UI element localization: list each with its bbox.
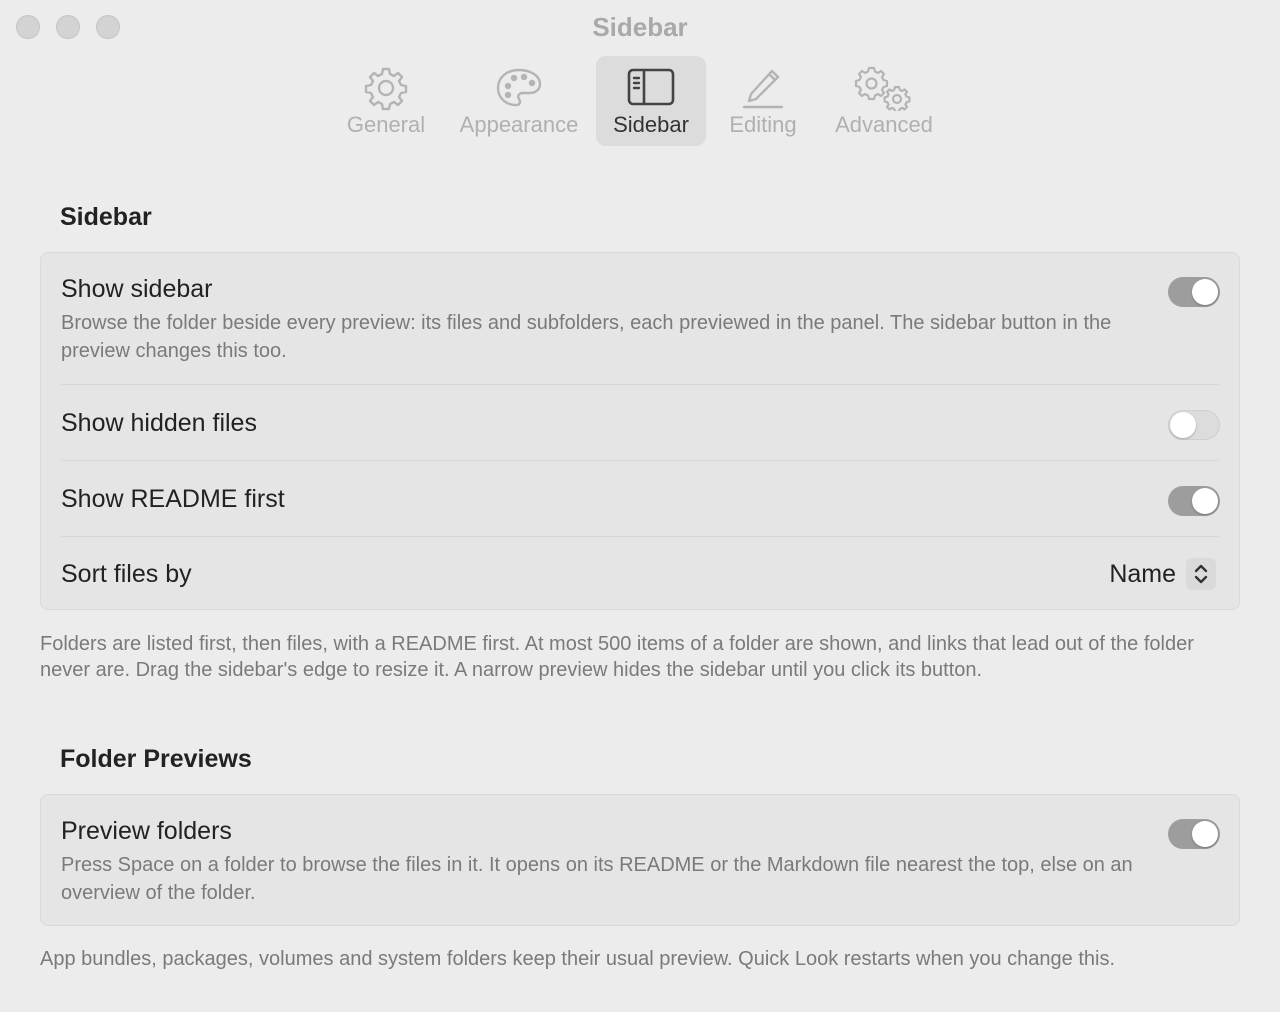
sidebar-section-title: Sidebar [60, 203, 152, 231]
preview-folders-toggle[interactable] [1168, 819, 1220, 849]
tab-general-label: General [346, 112, 426, 137]
tab-advanced[interactable]: Advanced [826, 56, 942, 146]
tab-editing-label: Editing [729, 112, 797, 137]
folder-previews-settings-group: Preview folders Press Space on a folder … [40, 794, 1240, 926]
tab-sidebar[interactable]: Sidebar [596, 56, 706, 146]
show-hidden-files-label: Show hidden files [61, 409, 257, 437]
tab-general[interactable]: General [336, 56, 436, 146]
sidebar-footnote: Folders are listed first, then files, wi… [40, 633, 1194, 681]
toggle-knob [1192, 488, 1218, 514]
tab-sidebar-label: Sidebar [613, 112, 689, 137]
folder-previews-footnote: App bundles, packages, volumes and syste… [40, 948, 1116, 970]
tab-advanced-label: Advanced [835, 112, 933, 137]
preferences-window: Sidebar General Appearance Sidebar Editi… [0, 0, 1280, 1012]
gears-icon [854, 66, 911, 111]
show-readme-first-toggle[interactable] [1168, 486, 1220, 516]
sidebar-icon [627, 68, 675, 106]
pencil-icon [742, 69, 784, 109]
sort-files-by-row: Sort files by Name [61, 537, 1219, 609]
show-sidebar-label: Show sidebar [61, 275, 213, 303]
window-title: Sidebar [592, 12, 688, 42]
chevron-up-down-icon [1194, 564, 1208, 584]
sidebar-settings-group: Show sidebar Browse the folder beside ev… [40, 252, 1240, 610]
show-hidden-files-toggle[interactable] [1168, 410, 1220, 440]
gear-icon [364, 67, 408, 111]
sort-files-by-popup[interactable]: Name [1061, 557, 1216, 591]
preview-folders-description: Press Space on a folder to browse the fi… [61, 854, 1133, 904]
palette-icon [496, 68, 542, 107]
show-hidden-files-row: Show hidden files [61, 385, 1220, 461]
show-sidebar-description: Browse the folder beside every preview: … [61, 312, 1112, 362]
folder-previews-section-title: Folder Previews [60, 745, 252, 773]
popup-stepper [1186, 558, 1216, 590]
toggle-knob [1192, 821, 1218, 847]
preferences-toolbar: General Appearance Sidebar Editing Advan… [0, 56, 1280, 146]
sort-files-by-label: Sort files by [61, 560, 192, 588]
show-sidebar-toggle[interactable] [1168, 277, 1220, 307]
preview-folders-label: Preview folders [61, 817, 232, 845]
sort-files-by-value: Name [1109, 560, 1176, 588]
tab-appearance[interactable]: Appearance [450, 56, 588, 146]
tab-editing[interactable]: Editing [718, 56, 808, 146]
show-readme-first-label: Show README first [61, 485, 285, 513]
show-readme-first-row: Show README first [61, 461, 1220, 537]
toggle-knob [1192, 279, 1218, 305]
show-sidebar-row: Show sidebar Browse the folder beside ev… [61, 273, 1220, 383]
toggle-knob [1170, 412, 1196, 438]
tab-appearance-label: Appearance [459, 112, 579, 137]
preview-folders-row: Preview folders Press Space on a folder … [61, 815, 1220, 925]
